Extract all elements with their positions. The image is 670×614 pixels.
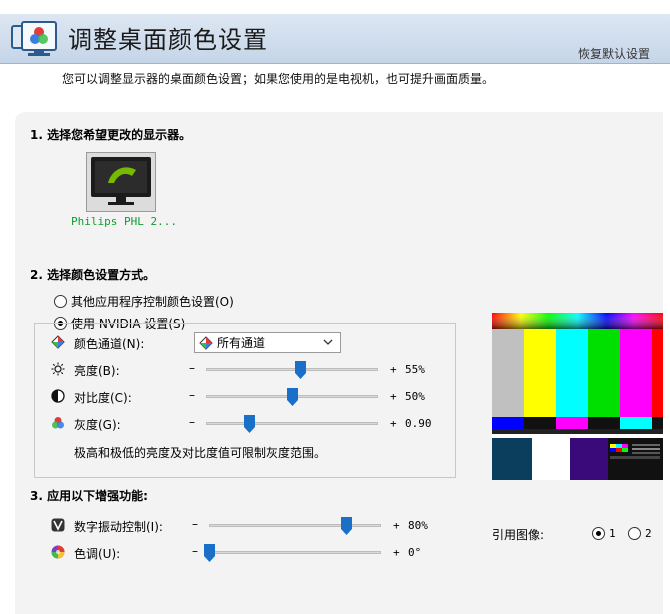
reference-test-pattern [492,313,663,480]
hue-wheel-icon [51,545,65,559]
contrast-minus[interactable]: – [189,388,195,402]
reference-option-1-label: 1 [609,527,616,540]
page-header: 调整桌面颜色设置 恢复默认设置 [0,0,670,64]
sun-icon [51,362,65,376]
contrast-value: 50% [405,390,425,403]
radio-other-apps-button[interactable] [54,295,67,308]
gamma-slider-track[interactable] [206,422,378,425]
hue-plus[interactable]: + [393,546,400,559]
radio-other-apps-label: 其他应用程序控制颜色设置(O) [71,295,234,309]
contrast-slider-thumb[interactable] [286,388,298,406]
vibrance-label: 数字振动控制(I): [74,520,163,534]
brightness-plus[interactable]: + [390,363,397,376]
hue-value: 0° [408,546,422,559]
gamma-label: 灰度(G): [74,418,121,432]
range-note: 极高和极低的亮度及对比度值可限制灰度范围。 [74,446,327,460]
vibrance-icon [51,518,65,532]
reference-option-2-radio[interactable] [628,527,641,540]
gamma-value: 0.90 [405,417,432,430]
reference-option-1-radio[interactable] [592,527,605,540]
hue-minus[interactable]: – [192,544,198,558]
reference-option-2-label: 2 [645,527,652,540]
header-top-strip [0,0,670,14]
radio-other-apps[interactable]: 其他应用程序控制颜色设置(O) [54,293,234,310]
vibrance-value: 80% [408,519,428,532]
vibrance-plus[interactable]: + [393,519,400,532]
gamma-plus[interactable]: + [390,417,397,430]
step3-title: 3. 应用以下增强功能: [30,489,148,503]
monitor-tile[interactable] [86,152,156,212]
color-channel-select[interactable]: 所有通道 [194,332,341,353]
vibrance-slider-track[interactable] [209,524,381,527]
reference-option-1[interactable]: 1 [592,527,616,540]
brightness-slider-track[interactable] [206,368,378,371]
brightness-label: 亮度(B): [74,364,120,378]
vibrance-slider-thumb[interactable] [341,517,353,535]
intro-text: 您可以调整显示器的桌面颜色设置；如果您使用的是电视机，也可提升画面质量。 [62,72,495,86]
gamma-slider-thumb[interactable] [243,415,255,433]
hue-slider-thumb[interactable] [203,544,215,562]
reference-image-label: 引用图像: [492,528,545,542]
step2-title: 2. 选择颜色设置方式。 [30,268,156,282]
contrast-label: 对比度(C): [74,391,132,405]
reference-option-2[interactable]: 2 [628,527,652,540]
monitor-name-label[interactable]: Philips PHL 2... [71,215,177,228]
color-channel-value: 所有通道 [217,336,266,350]
gamma-minus[interactable]: – [189,415,195,429]
chevron-down-icon [323,339,333,345]
window-right-edge [663,64,670,614]
rgb-circles-icon [52,417,64,429]
hue-slider-track[interactable] [209,551,381,554]
contrast-plus[interactable]: + [390,390,397,403]
restore-defaults-link[interactable]: 恢复默认设置 [578,45,650,62]
color-channel-icon [51,335,65,349]
color-channel-label: 颜色通道(N): [74,337,145,351]
vibrance-minus[interactable]: – [192,517,198,531]
page-title: 调整桌面颜色设置 [68,26,268,54]
display-color-icon [11,21,57,56]
step1-title: 1. 选择您希望更改的显示器。 [30,128,192,142]
brightness-slider-thumb[interactable] [295,361,307,379]
brightness-minus[interactable]: – [189,361,195,375]
brightness-value: 55% [405,363,425,376]
contrast-icon [51,389,65,403]
hue-label: 色调(U): [74,547,121,561]
color-channel-option-icon [199,335,213,350]
